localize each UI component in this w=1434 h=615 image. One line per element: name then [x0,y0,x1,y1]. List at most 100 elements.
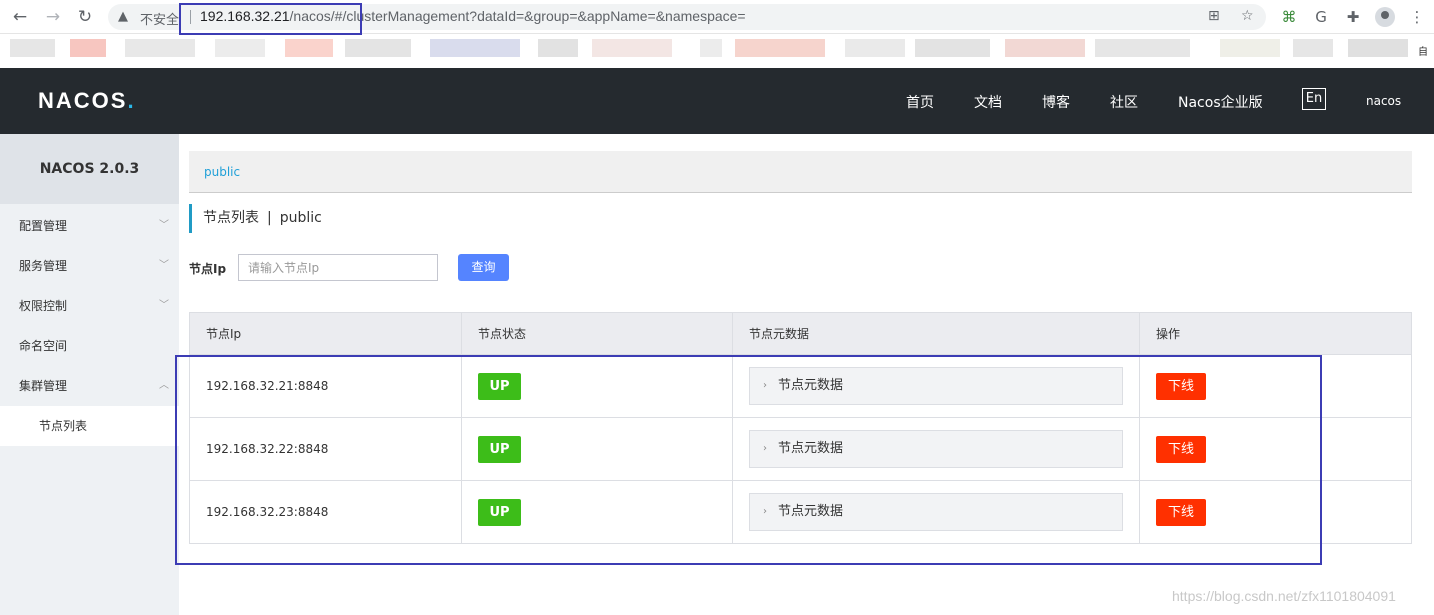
sidebar-item-label: 集群管理 [19,379,68,393]
blurred-bookmark[interactable] [70,39,106,57]
table-row: 192.168.32.23:8848 UP › 节点元数据 下线 [189,480,1412,544]
chevron-right-icon: › [763,380,767,391]
sidebar-version-title: NACOS 2.0.3 [0,134,179,204]
blurred-bookmark[interactable] [285,39,333,57]
warning-icon: ▲ [118,9,128,24]
watermark: https://blog.csdn.net/zfx1101804091 [1172,588,1396,604]
status-badge: UP [478,372,521,400]
chevron-down-icon: ﹀ [159,300,169,311]
node-metadata-cell: › 节点元数据 [732,417,1140,481]
namespace-link-public[interactable]: public [204,165,240,179]
blurred-bookmark[interactable] [845,39,905,57]
metadata-expander[interactable]: › 节点元数据 [749,367,1123,405]
offline-button[interactable]: 下线 [1156,435,1206,463]
node-ip-input[interactable] [238,254,438,281]
table-header-row: 节点Ip 节点状态 节点元数据 操作 [189,312,1412,355]
nav-docs[interactable]: 文档 [974,92,1002,112]
node-ip-cell: 192.168.32.22:8848 [189,417,462,481]
query-button[interactable]: 查询 [458,254,509,281]
nav-enterprise[interactable]: Nacos企业版 [1178,92,1263,112]
blurred-bookmark[interactable] [1095,39,1190,57]
logo-text: NACOS [38,88,128,113]
column-header-action: 操作 [1139,312,1412,355]
column-header-ip: 节点Ip [189,312,462,355]
offline-button[interactable]: 下线 [1156,372,1206,400]
blurred-bookmark[interactable] [700,39,722,57]
page-title-text: 节点列表 [203,210,259,226]
chevron-down-icon: ﹀ [159,220,169,231]
node-action-cell: 下线 [1139,354,1412,418]
chevron-down-icon: ﹀ [159,260,169,271]
node-state-cell: UP [461,354,733,418]
blurred-bookmark[interactable] [1293,39,1333,57]
forward-icon[interactable]: → [43,7,63,27]
node-metadata-cell: › 节点元数据 [732,480,1140,544]
blurred-bookmark[interactable] [215,39,265,57]
user-name[interactable]: nacos [1366,94,1401,108]
sidebar-subitem-node-list[interactable]: 节点列表 [0,406,179,446]
blurred-bookmark[interactable] [1005,39,1085,57]
app-header: NACOS. 首页 文档 博客 社区 Nacos企业版 En nacos [0,68,1434,134]
profile-avatar[interactable] [1375,7,1395,27]
sidebar-item-label: 权限控制 [19,299,68,313]
blurred-bookmark[interactable] [430,39,520,57]
metadata-label: 节点元数据 [778,441,844,456]
sidebar-item-namespace[interactable]: 命名空间 [0,326,179,366]
star-icon[interactable]: ☆ [1241,8,1254,24]
more-menu-icon[interactable]: ⋮ [1407,7,1427,27]
bookmark-label[interactable]: 自 [1418,43,1428,58]
status-badge: UP [478,435,521,463]
language-toggle[interactable]: En [1302,88,1326,110]
node-table: 节点Ip 节点状态 节点元数据 操作 192.168.32.21:8848 UP… [189,312,1412,544]
metadata-label: 节点元数据 [778,504,844,519]
node-action-cell: 下线 [1139,480,1412,544]
nacos-logo[interactable]: NACOS. [38,88,136,114]
back-icon[interactable]: ← [10,7,30,27]
blurred-bookmark[interactable] [592,39,672,57]
grammar-extension-icon[interactable]: G [1311,7,1331,27]
blurred-bookmark[interactable] [735,39,825,57]
nav-community[interactable]: 社区 [1110,92,1138,112]
blurred-bookmark[interactable] [538,39,578,57]
sidebar-item-permission[interactable]: 权限控制 ﹀ [0,286,179,326]
metadata-expander[interactable]: › 节点元数据 [749,430,1123,468]
blurred-bookmark[interactable] [1220,39,1280,57]
translate-icon[interactable]: ⊞ [1208,8,1220,24]
column-header-metadata: 节点元数据 [732,312,1140,355]
sidebar: NACOS 2.0.3 配置管理 ﹀ 服务管理 ﹀ 权限控制 ﹀ 命名空间 集群管理 ︿… [0,134,179,615]
sidebar-item-config[interactable]: 配置管理 ﹀ [0,206,179,246]
bookmarks-bar: 自 [0,35,1434,63]
status-badge: UP [478,498,521,526]
chevron-right-icon: › [763,506,767,517]
blurred-bookmark[interactable] [125,39,195,57]
insecure-label: 不安全 [140,13,180,28]
nav-blog[interactable]: 博客 [1042,92,1070,112]
node-state-cell: UP [461,417,733,481]
sidebar-item-label: 配置管理 [19,219,68,233]
chevron-up-icon: ︿ [159,380,169,391]
filter-label: 节点Ip [189,262,227,276]
namespace-bar: public [189,151,1412,193]
sidebar-item-cluster[interactable]: 集群管理 ︿ [0,366,179,406]
nav-home[interactable]: 首页 [906,92,934,112]
page-title-namespace: public [279,210,322,226]
blurred-bookmark[interactable] [1348,39,1408,57]
node-state-cell: UP [461,480,733,544]
extension-icon[interactable]: ⌘ [1279,7,1299,27]
blurred-bookmark[interactable] [10,39,55,57]
puzzle-icon[interactable]: ✚ [1343,7,1363,27]
node-action-cell: 下线 [1139,417,1412,481]
page-title: 节点列表 | public [189,204,322,233]
node-ip-cell: 192.168.32.23:8848 [189,480,462,544]
sidebar-item-service[interactable]: 服务管理 ﹀ [0,246,179,286]
metadata-expander[interactable]: › 节点元数据 [749,493,1123,531]
reload-icon[interactable]: ↻ [75,7,95,27]
title-separator: | [267,210,272,226]
table-row: 192.168.32.22:8848 UP › 节点元数据 下线 [189,417,1412,481]
offline-button[interactable]: 下线 [1156,498,1206,526]
blurred-bookmark[interactable] [915,39,990,57]
table-row: 192.168.32.21:8848 UP › 节点元数据 下线 [189,354,1412,418]
logo-dot: . [127,88,136,113]
node-metadata-cell: › 节点元数据 [732,354,1140,418]
blurred-bookmark[interactable] [345,39,411,57]
